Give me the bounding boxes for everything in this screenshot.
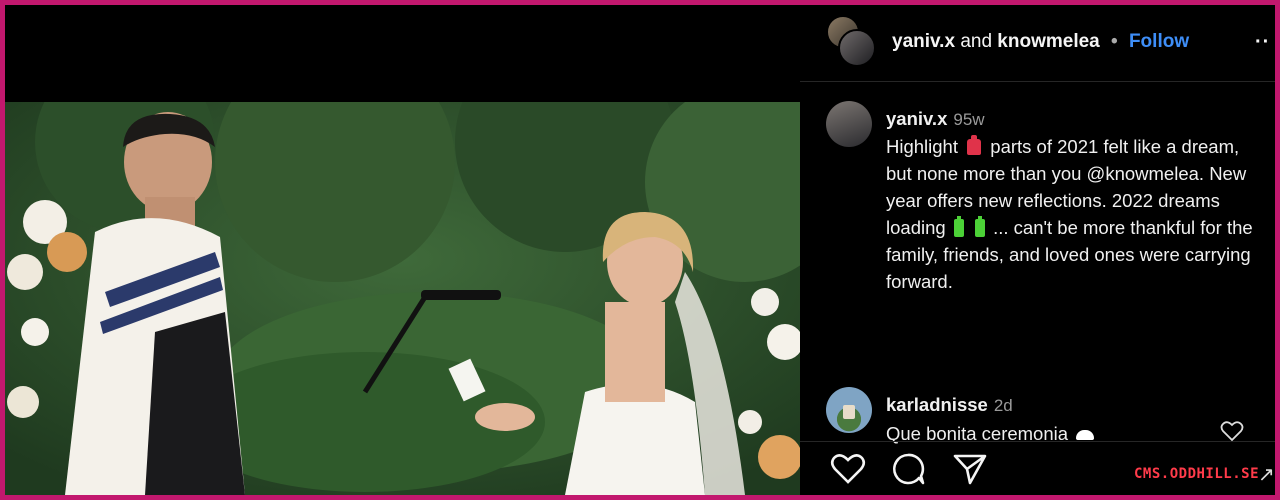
wedding-photo — [5, 102, 800, 495]
caption-username[interactable]: yaniv.x — [886, 108, 947, 129]
corner-arrow-icon: ↗ — [1258, 464, 1275, 486]
caption-body: yaniv.x 95w Highlight parts of 2021 felt … — [886, 105, 1266, 295]
more-options-icon[interactable]: ·· — [1255, 31, 1270, 54]
comment-bubble-icon[interactable] — [890, 452, 926, 486]
comment-age: 2d — [993, 396, 1013, 415]
and-text: and — [960, 31, 993, 52]
caption-age: 95w — [953, 110, 985, 129]
comment-username[interactable]: karladnisse — [886, 394, 988, 415]
emoji-icon — [967, 135, 982, 155]
watermark-text: CMS.ODDHILL.SE — [1134, 466, 1260, 482]
post-side-panel: yaniv.x and knowmelea • Follow ·· yaniv.… — [800, 5, 1275, 495]
heart-icon[interactable] — [830, 452, 866, 484]
post-header: yaniv.x and knowmelea • Follow ·· — [800, 5, 1275, 82]
collab-authors: yaniv.x and knowmelea • Follow — [892, 31, 1189, 53]
avatar[interactable] — [838, 29, 876, 67]
collab-avatars[interactable] — [826, 15, 878, 67]
follow-button[interactable]: Follow — [1129, 31, 1189, 52]
comment-like-heart-icon[interactable] — [1220, 420, 1244, 442]
author-username[interactable]: knowmelea — [997, 31, 1099, 52]
instagram-post-frame: yaniv.x and knowmelea • Follow ·· yaniv.… — [5, 5, 1275, 495]
author-username[interactable]: yaniv.x — [892, 31, 955, 52]
comment-item: karladnisse 2d Que bonita ceremonia — [826, 387, 1256, 444]
avatar[interactable] — [826, 387, 872, 433]
comment-body: karladnisse 2d Que bonita ceremonia — [886, 391, 1095, 448]
paper-plane-icon[interactable] — [952, 452, 988, 486]
post-photo[interactable] — [5, 102, 800, 495]
caption-text-1: Highlight — [886, 136, 958, 157]
emoji-icon — [1076, 430, 1095, 440]
separator-dot: • — [1111, 31, 1118, 52]
battery-emoji-icon — [974, 216, 985, 237]
avatar[interactable] — [826, 101, 872, 147]
battery-emoji-icon — [953, 216, 964, 237]
